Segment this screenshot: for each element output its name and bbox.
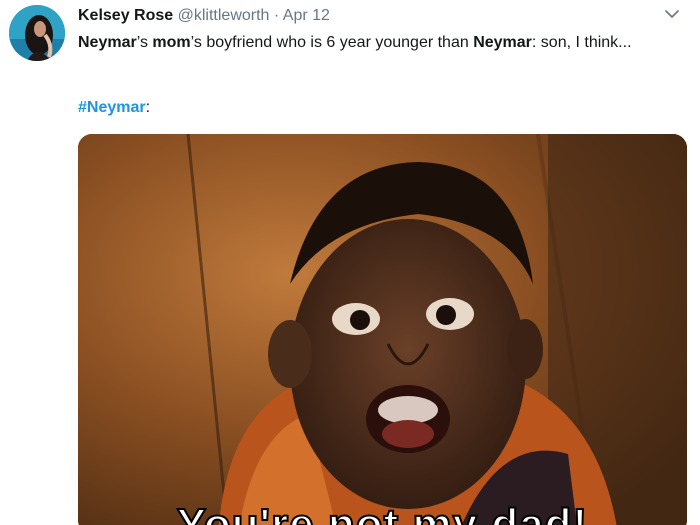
gif-caption: You're not my dad! (176, 499, 589, 525)
avatar[interactable] (9, 5, 65, 61)
separator-dot: · (273, 7, 280, 24)
avatar-image (9, 5, 65, 61)
tweet-date[interactable]: Apr 12 (283, 7, 330, 24)
mention-neymar: Neymar (78, 34, 137, 51)
user-handle[interactable]: @klittleworth (178, 7, 270, 24)
text-fragment: : son, I think... (531, 34, 632, 51)
display-name[interactable]: Kelsey Rose (78, 7, 173, 24)
mention-neymar: Neymar (473, 34, 532, 51)
tweet-card: Kelsey Rose @klittleworth · Apr 12 Neyma… (0, 0, 700, 525)
text-fragment: ’s (136, 34, 153, 51)
tweet-text: Neymar’s mom’s boyfriend who is 6 year y… (78, 32, 668, 54)
hashtag-suffix: : (145, 99, 151, 116)
hashtag-link[interactable]: #Neymar (78, 99, 146, 116)
tweet-header: Kelsey Rose @klittleworth · Apr 12 (78, 6, 330, 26)
hashtag-line: #Neymar: (78, 97, 150, 119)
chevron-down-icon[interactable] (664, 6, 680, 22)
word-mom: mom (152, 34, 191, 51)
text-fragment: ’s boyfriend who is 6 year younger than (190, 34, 474, 51)
media-image (78, 134, 687, 525)
tweet-media[interactable]: You're not my dad! (78, 134, 687, 525)
